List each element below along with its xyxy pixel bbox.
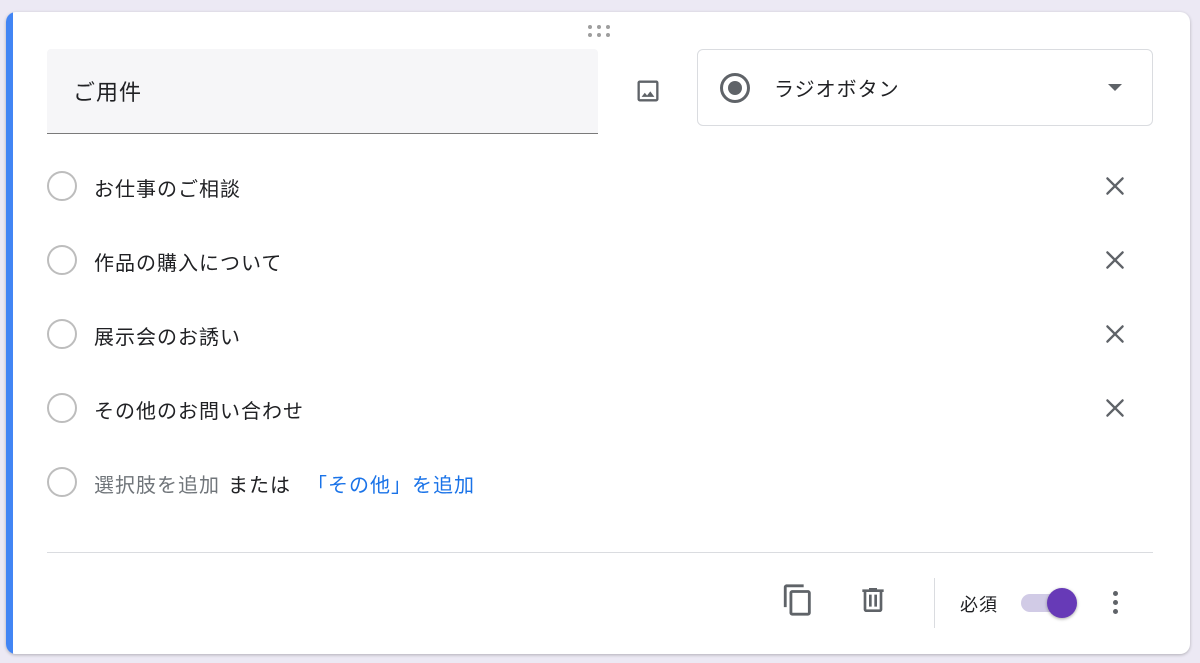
duplicate-button[interactable] (778, 580, 818, 620)
trash-icon (862, 588, 884, 612)
option-row: その他のお問い合わせ (47, 386, 1147, 426)
option-label[interactable]: 展示会のお誘い (94, 321, 241, 350)
copy-icon (783, 584, 811, 616)
remove-option-button[interactable] (1097, 168, 1133, 204)
radio-circle-icon (47, 319, 77, 349)
drag-handle-icon[interactable] (588, 25, 614, 39)
option-label[interactable]: 作品の購入について (94, 247, 282, 276)
footer-divider (47, 552, 1153, 553)
question-title-input[interactable]: ご用件 (47, 49, 598, 134)
toggle-thumb (1047, 588, 1077, 618)
option-row: お仕事のご相談 (47, 164, 1147, 204)
add-option-row: 選択肢を追加 または 「その他」を追加 (47, 460, 1147, 500)
required-toggle[interactable] (1021, 587, 1081, 618)
delete-button[interactable] (853, 580, 893, 620)
question-card: ご用件 ラジオボタン お仕事のご相談 作品の購入について 展示会のお誘い その他… (6, 12, 1190, 654)
add-option-button[interactable]: 選択肢を追加 (94, 473, 220, 497)
remove-option-button[interactable] (1097, 390, 1133, 426)
active-accent-bar (6, 12, 13, 654)
remove-option-button[interactable] (1097, 316, 1133, 352)
image-icon (637, 80, 659, 102)
footer-separator (934, 578, 935, 628)
close-icon (1106, 251, 1124, 269)
radio-circle-icon (47, 245, 77, 275)
close-icon (1106, 325, 1124, 343)
required-label: 必須 (960, 595, 998, 616)
question-type-dropdown[interactable]: ラジオボタン (697, 49, 1153, 126)
radio-circle-icon (47, 171, 77, 201)
close-icon (1106, 399, 1124, 417)
or-label: または (228, 473, 291, 497)
more-vert-icon (1112, 590, 1118, 596)
radio-circle-icon (47, 393, 77, 423)
question-title-text: ご用件 (73, 81, 143, 106)
add-other-link[interactable]: 「その他」を追加 (307, 473, 475, 497)
remove-option-button[interactable] (1097, 242, 1133, 278)
close-icon (1106, 177, 1124, 195)
option-row: 展示会のお誘い (47, 312, 1147, 352)
more-options-button[interactable] (1100, 582, 1130, 622)
question-type-label: ラジオボタン (774, 77, 900, 101)
radio-circle-icon (47, 467, 77, 497)
add-image-button[interactable] (628, 71, 668, 111)
option-label[interactable]: その他のお問い合わせ (94, 395, 304, 424)
option-label[interactable]: お仕事のご相談 (94, 173, 241, 202)
radio-button-icon (720, 73, 750, 103)
option-row: 作品の購入について (47, 238, 1147, 278)
caret-down-icon (1108, 84, 1122, 91)
